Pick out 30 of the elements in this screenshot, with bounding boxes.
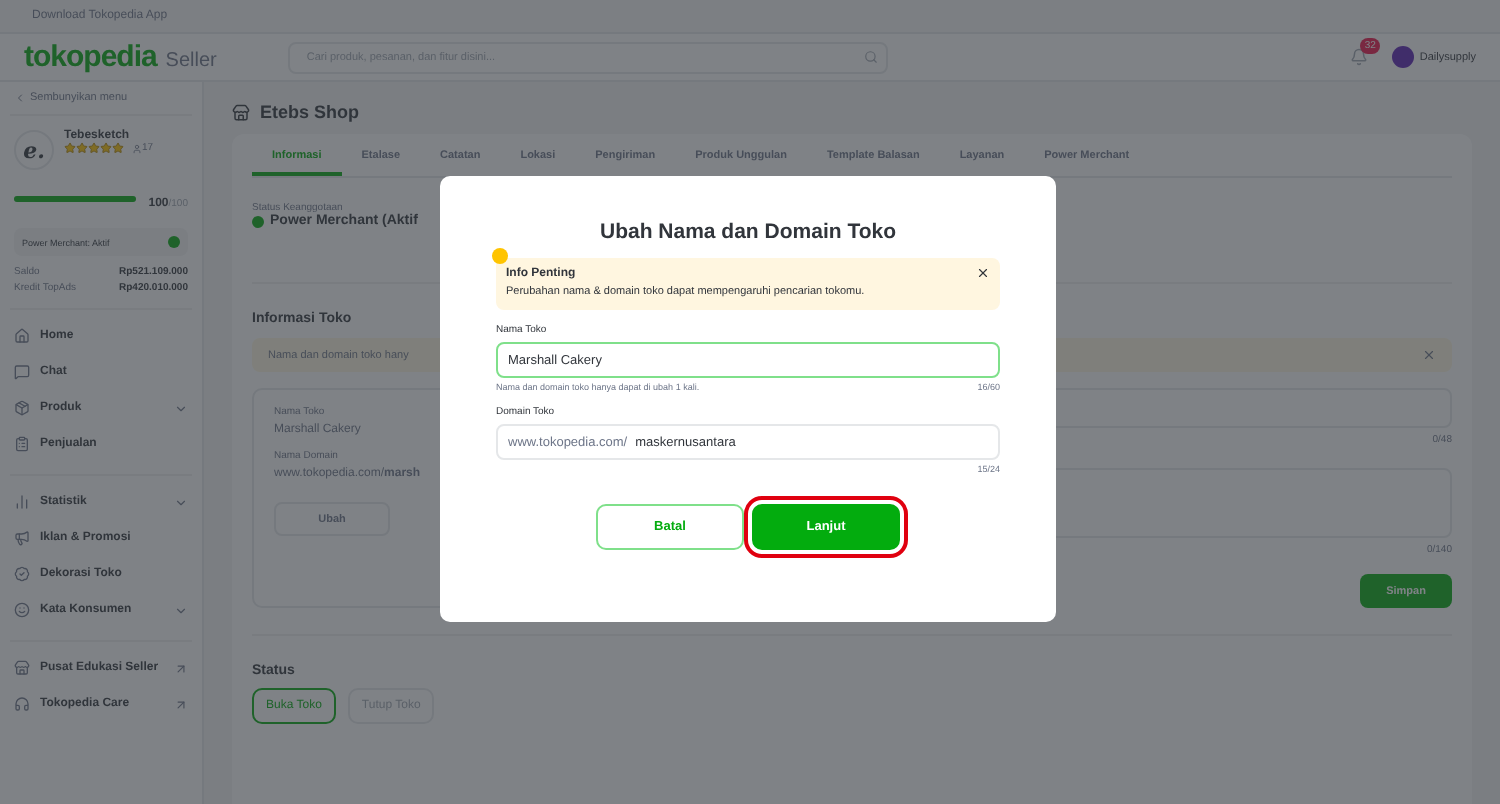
chevron-down-icon xyxy=(174,495,188,509)
shop-avatar: e. xyxy=(14,130,54,170)
page-title: Etebs Shop xyxy=(260,102,360,122)
box-icon xyxy=(14,400,30,416)
store-icon xyxy=(14,660,30,676)
chart-icon xyxy=(14,494,30,510)
clipboard-icon xyxy=(14,436,30,452)
membership-dot-icon xyxy=(168,236,180,248)
store-icon xyxy=(232,103,250,121)
person-icon xyxy=(132,143,142,153)
dialog-title: Ubah Nama dan Domain Toko xyxy=(598,220,898,244)
external-link-icon xyxy=(174,697,188,711)
close-icon[interactable] xyxy=(976,266,990,280)
external-link-icon xyxy=(174,661,188,675)
chat-bubble-icon xyxy=(14,364,30,380)
home-icon xyxy=(14,328,30,344)
search-icon[interactable] xyxy=(864,50,879,64)
bell-icon[interactable] xyxy=(1349,48,1368,66)
chevron-left-icon xyxy=(14,92,26,104)
membership-dot-icon xyxy=(252,215,264,227)
smiley-icon xyxy=(14,602,30,618)
avatar-circle xyxy=(1391,46,1414,68)
megaphone-icon xyxy=(14,530,30,546)
headset-icon xyxy=(14,696,30,712)
logo-suffix: Seller xyxy=(165,49,217,71)
badge-icon xyxy=(14,566,30,582)
chevron-down-icon xyxy=(174,401,188,415)
chevron-down-icon xyxy=(174,603,188,617)
warning-icon xyxy=(492,248,508,264)
logo[interactable]: tokopedia xyxy=(24,39,157,73)
